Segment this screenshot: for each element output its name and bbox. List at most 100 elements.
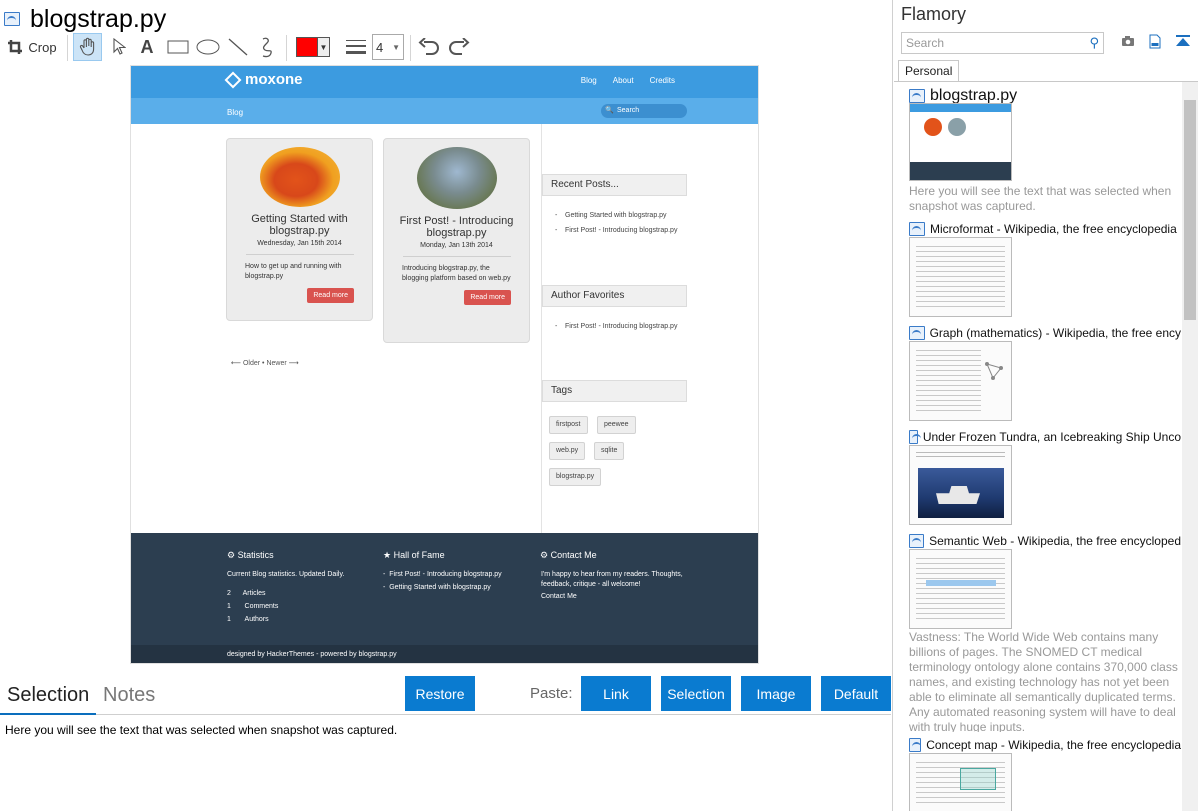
chevron-down-icon: ▼ [318, 37, 330, 57]
item-thumbnail[interactable] [909, 103, 1012, 181]
footer-hall-item: - Getting Started with blogstrap.py [383, 584, 491, 591]
author-favorites-list: First Post! - Introducing blogstrap.py [555, 322, 680, 337]
site-breadcrumb: Blog [227, 108, 244, 117]
page-icon [909, 738, 922, 752]
search-icon[interactable]: ⚲ [1089, 35, 1099, 51]
title-row: blogstrap.py [4, 4, 166, 34]
tag: firstpost [549, 416, 588, 434]
site-nav: Blog About Credits [581, 76, 675, 85]
item-title: Microformat - Wikipedia, the free encycl… [930, 222, 1177, 236]
crop-button[interactable]: Crop [6, 33, 58, 61]
selection-notes-bar: Selection Notes Restore Paste: Link Sele… [0, 676, 893, 715]
footer-statistics-text: Current Blog statistics. Updated Daily. [227, 571, 345, 578]
rectangle-icon [167, 40, 189, 54]
paste-default-button[interactable]: Default [821, 676, 891, 711]
chevron-down-icon: ▼ [392, 42, 400, 52]
select-tool-button[interactable] [107, 33, 131, 61]
footer-hall-title: ★ Hall of Fame [383, 550, 445, 560]
widget-recent-posts: Recent Posts... [542, 174, 687, 196]
list-item: Getting Started with blogstrap.py [555, 211, 680, 220]
post-image [259, 147, 340, 207]
line-width-value: 4 [376, 39, 384, 55]
line-tool-button[interactable] [226, 33, 250, 61]
item-thumbnail[interactable] [909, 445, 1012, 525]
redo-button[interactable] [447, 33, 471, 61]
color-swatch [296, 37, 318, 57]
recent-posts-list: Getting Started with blogstrap.py First … [555, 211, 680, 241]
restore-button[interactable]: Restore [405, 676, 475, 711]
list-item[interactable]: Graph (mathematics) - Wikipedia, the fre… [909, 326, 1181, 340]
tab-notes[interactable]: Notes [103, 684, 155, 707]
line-width-select[interactable]: 4 ▼ [372, 34, 404, 60]
page-icon [909, 326, 925, 340]
scrollbar-thumb[interactable] [1184, 100, 1196, 320]
selection-text[interactable]: Here you will see the text that was sele… [5, 723, 397, 737]
ellipse-tool-button[interactable] [195, 33, 221, 61]
page-icon [4, 12, 20, 26]
page-icon [909, 222, 925, 236]
post-image [416, 147, 497, 209]
flamory-panel: Flamory Search ⚲ Personal blogstrap.py H… [894, 0, 1198, 811]
hand-icon [79, 37, 94, 56]
diamond-logo-icon [224, 71, 242, 88]
document-icon[interactable] [1149, 34, 1161, 52]
footer-contact-link: Contact Me [541, 593, 577, 600]
tab-personal[interactable]: Personal [898, 60, 960, 82]
camera-icon[interactable] [1121, 34, 1135, 50]
page-icon [909, 89, 925, 103]
post-card: Getting Started with blogstrap.py Wednes… [226, 138, 373, 321]
snapshot-image[interactable]: moxone Blog About Credits Blog Search Ge… [130, 65, 759, 664]
rectangle-tool-button[interactable] [165, 33, 191, 61]
item-description: Here you will see the text that was sele… [909, 184, 1172, 213]
tab-selection[interactable]: Selection [7, 684, 89, 707]
collapse-panel-icon[interactable] [1175, 34, 1191, 51]
list-item[interactable]: Concept map - Wikipedia, the free encycl… [909, 738, 1181, 752]
page-icon [909, 430, 921, 444]
annotation-toolbar: Crop A ▼ 4 ▼ [0, 33, 893, 63]
post-card: First Post! - Introducing blogstrap.py M… [383, 138, 530, 343]
site-pager: ⟵ Older • Newer ⟶ [231, 360, 299, 367]
tag: web.py [549, 442, 586, 460]
tag: peewee [597, 416, 636, 434]
text-tool-button[interactable]: A [136, 33, 158, 61]
footer-statistics-title: ⚙ Statistics [227, 550, 274, 560]
post-date: Monday, Jan 13th 2014 [420, 242, 493, 249]
site-credits: designed by HackerThemes - powered by bl… [131, 645, 758, 663]
read-more-button: Read more [307, 288, 354, 303]
footer-stat: 2 Articles [227, 590, 266, 597]
post-excerpt: Introducing blogstrap.py, the blogging p… [402, 265, 511, 282]
site-nav-blog: Blog [580, 76, 597, 85]
color-picker[interactable]: ▼ [293, 33, 333, 61]
list-item[interactable]: Under Frozen Tundra, an Icebreaking Ship… [909, 430, 1181, 444]
item-description: Vastness: The World Wide Web contains ma… [909, 630, 1178, 732]
post-date: Wednesday, Jan 15th 2014 [257, 240, 342, 247]
freehand-icon [262, 37, 272, 58]
item-thumbnail[interactable] [909, 753, 1012, 811]
hand-tool-button[interactable] [73, 33, 102, 61]
paste-selection-button[interactable]: Selection [661, 676, 731, 711]
footer-stat: 1 Comments [227, 603, 279, 610]
item-thumbnail[interactable] [909, 549, 1012, 629]
paste-link-button[interactable]: Link [581, 676, 651, 711]
item-title: Semantic Web - Wikipedia, the free encyc… [929, 534, 1181, 548]
item-thumbnail[interactable] [909, 237, 1012, 317]
ellipse-icon [196, 39, 220, 55]
item-title: Concept map - Wikipedia, the free encycl… [926, 738, 1181, 752]
paste-label: Paste: [530, 685, 573, 702]
arrow-cursor-icon [113, 38, 126, 55]
footer-hall-item: - First Post! - Introducing blogstrap.py [383, 571, 502, 578]
footer-contact-text: I'm happy to hear from my readers. Thoug… [541, 571, 683, 588]
post-excerpt: How to get up and running with blogstrap… [245, 263, 342, 280]
post-title: Getting Started with blogstrap.py [251, 213, 348, 237]
search-input[interactable]: Search ⚲ [901, 32, 1104, 54]
scrollbar[interactable] [1182, 82, 1198, 811]
list-item[interactable]: Semantic Web - Wikipedia, the free encyc… [909, 534, 1181, 548]
list-item[interactable]: Microformat - Wikipedia, the free encycl… [909, 222, 1181, 236]
freehand-tool-button[interactable] [256, 33, 280, 61]
item-thumbnail[interactable] [909, 341, 1012, 421]
site-nav-about: About [612, 76, 634, 85]
undo-button[interactable] [417, 33, 441, 61]
footer-stat: 1 Authors [227, 616, 269, 623]
snapshot-title: blogstrap.py [30, 5, 167, 33]
paste-image-button[interactable]: Image [741, 676, 811, 711]
